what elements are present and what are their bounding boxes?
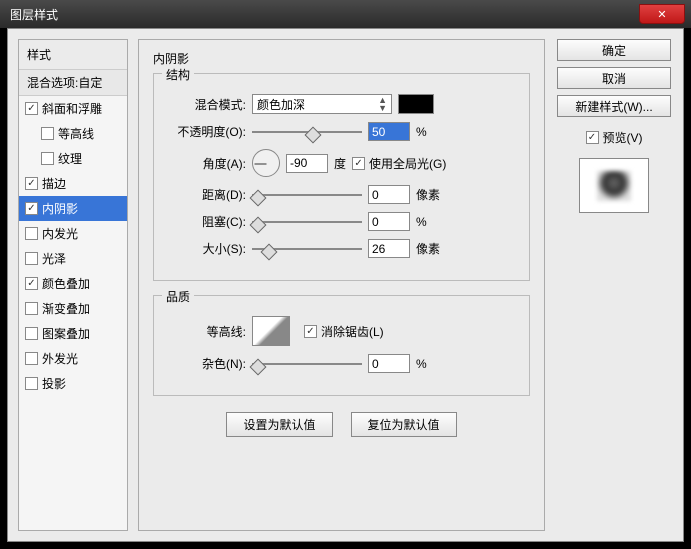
sidebar-checkbox-1[interactable]: [41, 127, 54, 140]
distance-slider[interactable]: [252, 187, 362, 203]
sidebar-item-11[interactable]: 投影: [19, 371, 127, 396]
layer-style-dialog: 图层样式 ✕ 样式 混合选项:自定 斜面和浮雕等高线纹理描边内阴影内发光光泽颜色…: [0, 0, 691, 549]
sidebar-item-label: 渐变叠加: [42, 300, 90, 317]
distance-input[interactable]: 0: [368, 185, 410, 204]
distance-label: 距离(D):: [164, 186, 246, 203]
size-input[interactable]: 26: [368, 239, 410, 258]
sidebar-checkbox-0[interactable]: [25, 102, 38, 115]
noise-slider[interactable]: [252, 356, 362, 372]
structure-title: 结构: [162, 66, 194, 83]
preview-checkbox[interactable]: [586, 131, 599, 144]
new-style-button[interactable]: 新建样式(W)...: [557, 95, 671, 117]
choke-input[interactable]: 0: [368, 212, 410, 231]
antialias-label: 消除锯齿(L): [321, 323, 384, 340]
size-label: 大小(S):: [164, 240, 246, 257]
sidebar-checkbox-11[interactable]: [25, 377, 38, 390]
sidebar-item-7[interactable]: 颜色叠加: [19, 271, 127, 296]
noise-input[interactable]: 0: [368, 354, 410, 373]
cancel-button[interactable]: 取消: [557, 67, 671, 89]
angle-dial[interactable]: [252, 149, 280, 177]
sidebar-item-label: 外发光: [42, 350, 78, 367]
sidebar-item-3[interactable]: 描边: [19, 171, 127, 196]
opacity-label: 不透明度(O):: [164, 123, 246, 140]
sidebar-item-label: 图案叠加: [42, 325, 90, 342]
size-unit: 像素: [416, 240, 440, 257]
dropdown-icon: ▲▼: [378, 96, 387, 112]
quality-fieldset: 品质 等高线: 消除锯齿(L) 杂色(N): 0 %: [153, 295, 530, 396]
choke-unit: %: [416, 215, 427, 229]
contour-label: 等高线:: [164, 323, 246, 340]
window-title: 图层样式: [10, 6, 58, 23]
sidebar-blending-options[interactable]: 混合选项:自定: [19, 70, 127, 96]
right-panel: 确定 取消 新建样式(W)... 预览(V): [555, 39, 673, 531]
dialog-body: 样式 混合选项:自定 斜面和浮雕等高线纹理描边内阴影内发光光泽颜色叠加渐变叠加图…: [7, 28, 684, 542]
preview-label: 预览(V): [603, 129, 643, 146]
distance-unit: 像素: [416, 186, 440, 203]
global-light-label: 使用全局光(G): [369, 155, 446, 172]
angle-unit: 度: [334, 155, 346, 172]
sidebar-checkbox-8[interactable]: [25, 302, 38, 315]
choke-slider[interactable]: [252, 214, 362, 230]
sidebar-item-1[interactable]: 等高线: [19, 121, 127, 146]
sidebar-item-4[interactable]: 内阴影: [19, 196, 127, 221]
structure-fieldset: 结构 混合模式: 颜色加深 ▲▼ 不透明度(O): 50 % 角度(: [153, 73, 530, 281]
blend-mode-label: 混合模式:: [164, 96, 246, 113]
opacity-unit: %: [416, 125, 427, 139]
sidebar-item-8[interactable]: 渐变叠加: [19, 296, 127, 321]
sidebar-item-2[interactable]: 纹理: [19, 146, 127, 171]
sidebar-item-9[interactable]: 图案叠加: [19, 321, 127, 346]
ok-button[interactable]: 确定: [557, 39, 671, 61]
sidebar-item-5[interactable]: 内发光: [19, 221, 127, 246]
sidebar-checkbox-4[interactable]: [25, 202, 38, 215]
sidebar-item-0[interactable]: 斜面和浮雕: [19, 96, 127, 121]
titlebar: 图层样式 ✕: [0, 0, 691, 28]
quality-title: 品质: [162, 288, 194, 305]
blend-mode-select[interactable]: 颜色加深 ▲▼: [252, 94, 392, 114]
sidebar-checkbox-3[interactable]: [25, 177, 38, 190]
antialias-checkbox[interactable]: [304, 325, 317, 338]
sidebar-item-label: 内发光: [42, 225, 78, 242]
size-slider[interactable]: [252, 241, 362, 257]
sidebar-item-label: 斜面和浮雕: [42, 100, 102, 117]
sidebar-checkbox-9[interactable]: [25, 327, 38, 340]
sidebar-item-label: 光泽: [42, 250, 66, 267]
angle-label: 角度(A):: [164, 155, 246, 172]
angle-input[interactable]: -90: [286, 154, 328, 173]
sidebar-item-label: 纹理: [58, 150, 82, 167]
global-light-checkbox[interactable]: [352, 157, 365, 170]
reset-default-button[interactable]: 复位为默认值: [351, 412, 457, 437]
sidebar-checkbox-6[interactable]: [25, 252, 38, 265]
sidebar-item-label: 颜色叠加: [42, 275, 90, 292]
sidebar-item-label: 投影: [42, 375, 66, 392]
noise-label: 杂色(N):: [164, 355, 246, 372]
shadow-color-swatch[interactable]: [398, 94, 434, 114]
sidebar-item-label: 描边: [42, 175, 66, 192]
contour-picker[interactable]: [252, 316, 290, 346]
panel-title: 内阴影: [153, 50, 530, 67]
main-panel: 内阴影 结构 混合模式: 颜色加深 ▲▼ 不透明度(O): 50 %: [138, 39, 545, 531]
sidebar-checkbox-7[interactable]: [25, 277, 38, 290]
sidebar-checkbox-10[interactable]: [25, 352, 38, 365]
sidebar-item-label: 内阴影: [42, 200, 78, 217]
close-button[interactable]: ✕: [639, 4, 685, 24]
styles-sidebar: 样式 混合选项:自定 斜面和浮雕等高线纹理描边内阴影内发光光泽颜色叠加渐变叠加图…: [18, 39, 128, 531]
opacity-input[interactable]: 50: [368, 122, 410, 141]
preview-image: [597, 171, 631, 201]
opacity-slider[interactable]: [252, 124, 362, 140]
sidebar-header: 样式: [19, 40, 127, 70]
sidebar-item-10[interactable]: 外发光: [19, 346, 127, 371]
sidebar-checkbox-5[interactable]: [25, 227, 38, 240]
preview-box: [579, 158, 649, 213]
choke-label: 阻塞(C):: [164, 213, 246, 230]
make-default-button[interactable]: 设置为默认值: [226, 412, 332, 437]
sidebar-item-6[interactable]: 光泽: [19, 246, 127, 271]
sidebar-checkbox-2[interactable]: [41, 152, 54, 165]
sidebar-item-label: 等高线: [58, 125, 94, 142]
noise-unit: %: [416, 357, 427, 371]
